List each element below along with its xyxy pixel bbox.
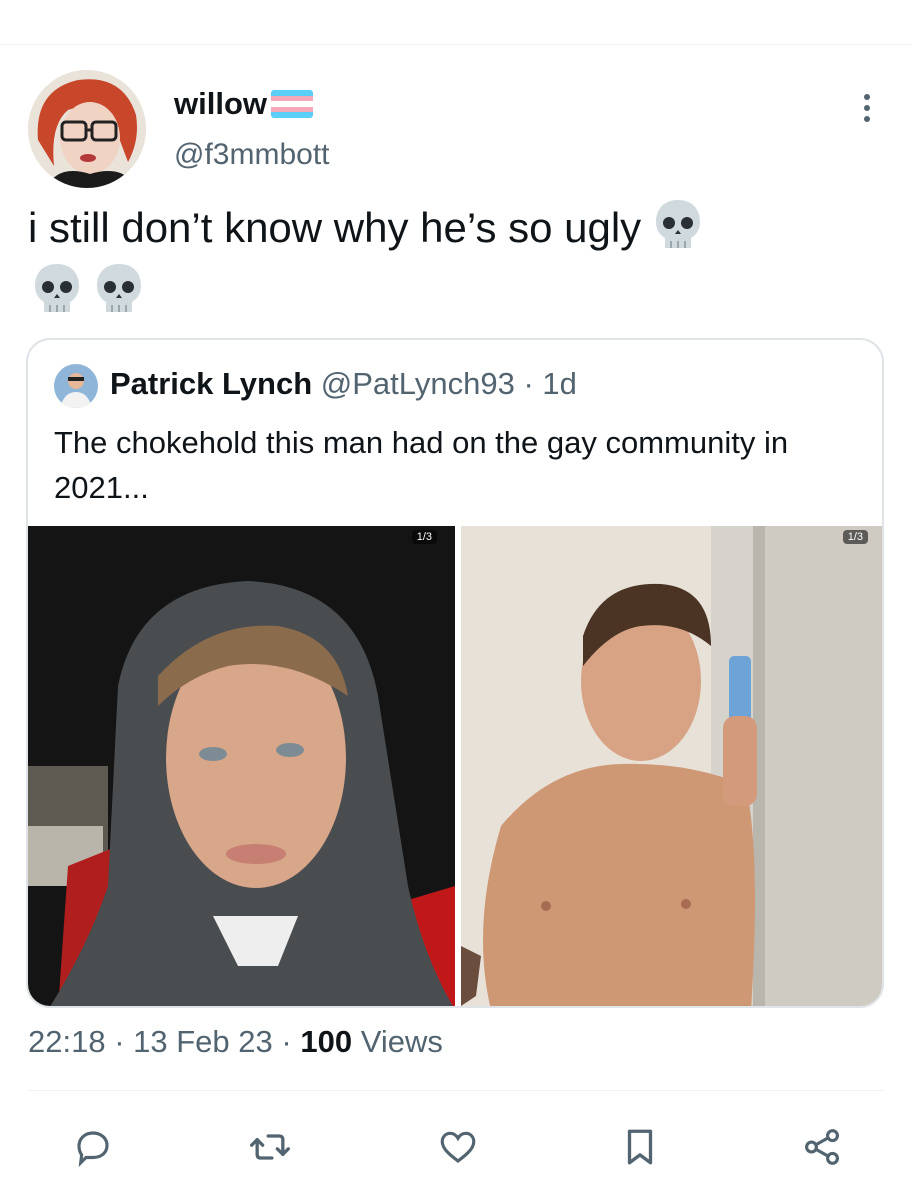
media-count-badge: 1/3 [411,530,437,544]
quoted-media-photo-1[interactable]: 1/3 [28,526,455,1006]
timestamp-separator: · [114,1024,125,1059]
reply-icon[interactable] [68,1122,118,1172]
views-count[interactable]: 100 [300,1024,352,1059]
skull-emoji-icon [97,264,141,312]
author-avatar[interactable] [28,70,146,188]
views-label: Views [360,1024,443,1059]
quoted-author-handle[interactable]: @PatLynch93 [321,366,515,401]
quoted-author-avatar[interactable] [54,364,98,408]
top-divider [0,44,912,45]
timestamp-separator: · [281,1024,292,1059]
tweet-text-content: i still don’t know why he’s so ugly [28,204,642,251]
media-count-badge: 1/3 [842,530,868,544]
quoted-tweet-card[interactable]: Patrick Lynch @PatLynch93 · 1d The choke… [26,338,884,1008]
like-icon[interactable] [433,1122,483,1172]
quoted-author-name[interactable]: Patrick Lynch [110,366,312,401]
author-name-text: willow [174,86,267,121]
retweet-icon[interactable] [245,1122,295,1172]
quoted-media-photo-2[interactable]: 1/3 [461,526,882,1006]
quoted-tweet-header: Patrick Lynch @PatLynch93 · 1d [110,366,577,402]
author-display-name[interactable]: willow [174,86,313,122]
quoted-tweet-age: 1d [542,366,577,401]
bookmark-icon[interactable] [615,1122,665,1172]
quoted-separator: · [523,366,534,401]
skull-emoji-icon [656,200,701,248]
author-handle[interactable]: @f3mmbott [174,138,330,172]
tweet-text: i still don’t know why he’s so ugly [28,196,888,324]
tweet-time[interactable]: 22:18 [28,1024,106,1059]
more-options-icon[interactable] [850,88,884,128]
share-icon[interactable] [797,1122,847,1172]
tweet-timestamp: 22:18 · 13 Feb 23 · 100 Views [28,1024,443,1060]
quoted-tweet-text: The chokehold this man had on the gay co… [54,425,789,505]
trans-flag-icon [271,90,313,118]
tweet-date[interactable]: 13 Feb 23 [133,1024,273,1059]
action-bar-divider [28,1090,884,1091]
skull-emoji-icon [35,264,79,312]
